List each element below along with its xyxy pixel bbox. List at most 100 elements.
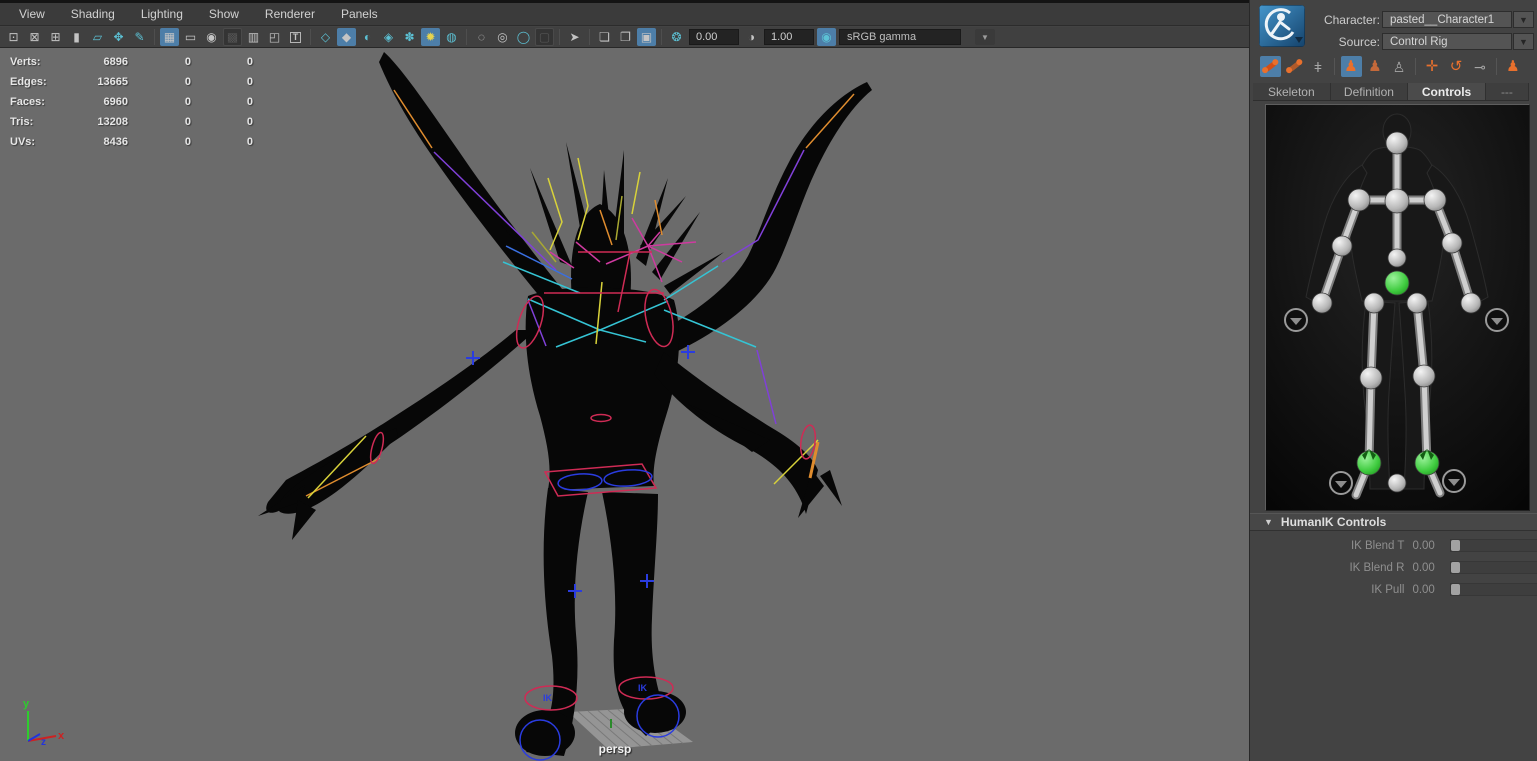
slider-track[interactable] (1450, 583, 1537, 596)
humanik-controls-title: HumanIK Controls (1280, 515, 1387, 529)
tab-skeleton[interactable]: Skeleton (1253, 83, 1331, 100)
layer-front-icon[interactable]: ❏ (595, 28, 614, 46)
toolbar-separator (466, 29, 467, 45)
picker-joint-right-hand[interactable] (1460, 292, 1482, 314)
source-dropdown[interactable]: Control Rig (1382, 33, 1512, 50)
occlusion-icon[interactable]: ◌ (472, 28, 491, 46)
slider-label: IK Blend R (1349, 561, 1405, 574)
mirror-joints-icon[interactable] (1284, 56, 1305, 77)
picker-joint-left-hand[interactable] (1311, 292, 1333, 314)
tab-[interactable]: --- (1485, 83, 1530, 100)
textured-icon[interactable]: ◐ (358, 28, 377, 46)
picker-effector-right-ankle[interactable] (1414, 450, 1440, 476)
isolate-select-icon[interactable]: ➤ (565, 28, 584, 46)
use-default-material-icon[interactable]: ◈ (379, 28, 398, 46)
humanik-controls-section-header[interactable]: ▼ HumanIK Controls (1250, 513, 1537, 531)
right-hand-expand-button[interactable] (1485, 308, 1509, 332)
exposure-field[interactable]: 0.00 (689, 29, 739, 45)
xray-icon[interactable]: ✽ (400, 28, 419, 46)
slider-handle[interactable] (1451, 584, 1461, 595)
menu-shading[interactable]: Shading (58, 4, 128, 24)
menu-view[interactable]: View (6, 4, 58, 24)
slider-handle[interactable] (1451, 562, 1461, 573)
body-part-mode-icon[interactable]: ♟ (1365, 56, 1386, 77)
safe-action-icon[interactable]: ◰ (265, 28, 284, 46)
picker-joint-right-shoulder[interactable] (1423, 188, 1447, 212)
slider-value-field[interactable]: 0.00 (1412, 584, 1450, 596)
perspective-viewport[interactable]: IK IK Verts: 6896 0 0 Edges: 13665 0 0 Faces: 696… (0, 48, 1249, 761)
character-dropdown-arrow[interactable]: ▼ (1513, 11, 1534, 28)
full-body-mode-icon[interactable]: ♟ (1340, 56, 1362, 77)
smooth-shade-icon[interactable]: ◆ (337, 28, 356, 46)
skeleton-icon[interactable]: ǂ (1308, 56, 1329, 77)
field-chart-icon[interactable]: ▥ (244, 28, 263, 46)
humanik-logo-icon[interactable] (1259, 5, 1305, 47)
slider-handle[interactable] (1451, 540, 1461, 551)
slider-track[interactable] (1450, 539, 1537, 552)
resolution-gate-icon[interactable]: ◉ (202, 28, 221, 46)
right-foot-expand-button[interactable] (1442, 469, 1466, 493)
toolbar-separator (1496, 58, 1497, 75)
pan-zoom-icon[interactable]: ✥ (109, 28, 128, 46)
slider-value-field[interactable]: 0.00 (1412, 540, 1450, 552)
camera-attributes-icon[interactable]: ⊞ (46, 28, 65, 46)
hud-stat-label: Verts: (10, 56, 41, 68)
menu-renderer[interactable]: Renderer (252, 4, 328, 24)
safe-title-icon[interactable]: T (286, 28, 305, 46)
source-dropdown-arrow[interactable]: ▼ (1513, 33, 1534, 50)
hud-stat-label: UVs: (10, 136, 36, 148)
lock-camera-icon[interactable]: ⊠ (25, 28, 44, 46)
menu-panels[interactable]: Panels (328, 4, 391, 24)
grease-pencil-icon[interactable]: ✎ (130, 28, 149, 46)
view-transform-arrow[interactable]: ▼ (975, 29, 995, 45)
snapshot-icon[interactable]: ▣ (637, 28, 656, 46)
pin-translate-icon[interactable]: ✛ (1422, 56, 1443, 77)
picker-joint-head[interactable] (1385, 131, 1409, 155)
picker-joint-right-elbow[interactable] (1441, 232, 1463, 254)
depth-of-field-icon[interactable]: ▢ (535, 28, 554, 46)
motion-blur-icon[interactable]: ◎ (493, 28, 512, 46)
gamma-field[interactable]: 1.00 (764, 29, 814, 45)
slider-value-field[interactable]: 0.00 (1412, 562, 1450, 574)
pin-off-icon[interactable]: ⊸ (1470, 56, 1491, 77)
film-gate-icon[interactable]: ▭ (181, 28, 200, 46)
gate-mask-icon[interactable]: ▩ (223, 28, 242, 46)
tab-definition[interactable]: Definition (1330, 83, 1409, 100)
grid-icon[interactable]: ▦ (160, 28, 179, 46)
picker-joint-left-hip[interactable] (1363, 292, 1385, 314)
picker-joint-right-hip[interactable] (1406, 292, 1428, 314)
wireframe-icon[interactable]: ◇ (316, 28, 335, 46)
picker-joint-left-shoulder[interactable] (1347, 188, 1371, 212)
layer-over-icon[interactable]: ❐ (616, 28, 635, 46)
left-foot-expand-button[interactable] (1329, 471, 1353, 495)
left-hand-expand-button[interactable] (1284, 308, 1308, 332)
lighting-icon[interactable]: ✹ (421, 28, 440, 46)
tab-controls[interactable]: Controls (1408, 83, 1486, 100)
picker-effector-hips[interactable] (1384, 270, 1410, 296)
bookmark-icon[interactable]: ▮ (67, 28, 86, 46)
picker-joint-chest[interactable] (1384, 188, 1410, 214)
character-dropdown[interactable]: pasted__Character1 (1382, 11, 1512, 28)
shadows-icon[interactable]: ◍ (442, 28, 461, 46)
image-plane-icon[interactable]: ▱ (88, 28, 107, 46)
contrast-icon[interactable]: ◑ (742, 28, 761, 46)
select-camera-icon[interactable]: ⊡ (4, 28, 23, 46)
picker-joint-root[interactable] (1387, 473, 1407, 493)
view-transform-combo[interactable]: sRGB gamma (839, 29, 961, 45)
hud-stat-value: 6960 (103, 96, 128, 108)
picker-joint-left-knee[interactable] (1359, 366, 1383, 390)
picker-joint-abdomen[interactable] (1387, 248, 1407, 268)
selection-mode-icon[interactable]: ♙ (1389, 56, 1410, 77)
picker-effector-left-ankle[interactable] (1356, 450, 1382, 476)
exposure-icon[interactable]: ❂ (667, 28, 686, 46)
color-management-icon[interactable]: ◉ (817, 28, 836, 46)
menu-show[interactable]: Show (196, 4, 252, 24)
picker-joint-left-elbow[interactable] (1331, 235, 1353, 257)
antialias-icon[interactable]: ◯ (514, 28, 533, 46)
menu-lighting[interactable]: Lighting (128, 4, 196, 24)
stance-pose-icon[interactable]: ♟ (1503, 56, 1524, 77)
pin-rotate-icon[interactable]: ↺ (1446, 56, 1467, 77)
add-joints-icon[interactable] (1259, 56, 1281, 77)
slider-track[interactable] (1450, 561, 1537, 574)
picker-joint-right-knee[interactable] (1412, 364, 1436, 388)
